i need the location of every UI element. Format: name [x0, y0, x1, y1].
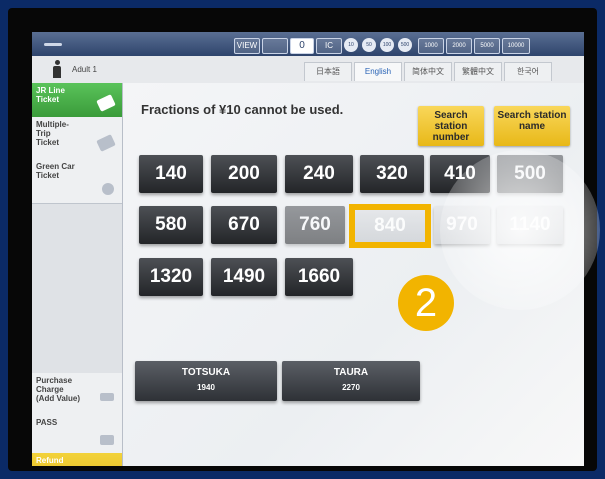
sidebar-item-label: Green Car Ticket — [36, 162, 75, 180]
fare-button-760[interactable]: 760 — [285, 206, 345, 244]
inserted-amount: 0 — [290, 38, 314, 54]
fare-button-580[interactable]: 580 — [139, 206, 203, 244]
sidebar-item-label: Refund — [36, 456, 64, 465]
coin-10-icon: 10 — [344, 38, 358, 52]
pass-icon — [100, 435, 114, 445]
fare-button-1320[interactable]: 1320 — [139, 258, 203, 296]
sidebar-item-purchase-charge[interactable]: Purchase Charge (Add Value) — [32, 373, 122, 416]
ic-charge-icon — [100, 393, 114, 401]
sidebar-item-green-car-ticket[interactable]: Green Car Ticket — [32, 159, 122, 204]
destination-name: TAURA — [333, 367, 369, 378]
selection-highlight — [349, 204, 431, 248]
tab-language-korean[interactable]: 한국어 — [504, 62, 552, 81]
fraction-notice: Fractions of ¥10 cannot be used. — [141, 102, 344, 117]
fare-button-200[interactable]: 200 — [211, 155, 277, 193]
coin-100-icon: 100 — [380, 38, 394, 52]
tab-language-english[interactable]: English — [354, 62, 402, 81]
fare-button-1140[interactable]: 1140 — [497, 206, 563, 244]
tab-language-simplified-chinese[interactable]: 简体中文 — [404, 62, 452, 81]
sidebar-item-label: Purchase Charge (Add Value) — [36, 376, 81, 403]
logo-icon — [40, 36, 66, 50]
passenger-language-bar: Adult 1 日本語 English 简体中文 繁體中文 한국어 — [32, 56, 584, 84]
search-name-label: Search station name — [497, 110, 567, 132]
coin-500-icon: 500 — [398, 38, 412, 52]
tab-language-traditional-chinese[interactable]: 繁體中文 — [454, 62, 502, 81]
sidebar-item-jr-line-ticket[interactable]: JR Line Ticket — [32, 83, 122, 118]
green-car-icon — [102, 183, 114, 195]
bill-1000-icon: 1000 — [418, 38, 444, 54]
destination-price: 1940 — [197, 383, 215, 392]
search-station-name-button[interactable]: Search station name — [494, 106, 570, 146]
destination-price: 2270 — [342, 383, 360, 392]
sidebar-item-label: Multiple- Trip Ticket — [36, 120, 69, 147]
tab-language-japanese[interactable]: 日本語 — [304, 62, 352, 81]
view-button[interactable]: VIEW — [234, 38, 260, 54]
sidebar-item-label: JR Line Ticket — [36, 86, 65, 104]
destination-name: TOTSUKA — [181, 367, 231, 378]
search-number-label: Search station number — [432, 110, 470, 143]
fare-button-240[interactable]: 240 — [285, 155, 353, 193]
fare-button-670[interactable]: 670 — [211, 206, 277, 244]
bill-5000-icon: 5000 — [474, 38, 500, 54]
fare-button-500[interactable]: 500 — [497, 155, 563, 193]
search-station-number-button[interactable]: Search station number — [418, 106, 484, 146]
tickets-stack-icon — [96, 134, 116, 152]
status-bar: VIEW 0 IC 10 50 100 500 1000 2000 5000 1… — [32, 32, 584, 56]
fare-button-1660[interactable]: 1660 — [285, 258, 353, 296]
passenger-count[interactable]: Adult 1 — [72, 65, 97, 74]
adult-icon — [52, 60, 62, 78]
fare-button-320[interactable]: 320 — [360, 155, 424, 193]
blank-indicator — [262, 38, 288, 54]
sidebar-item-refund[interactable]: Refund — [32, 453, 122, 466]
ticket-icon — [96, 94, 116, 112]
ticket-type-sidebar: JR Line Ticket Multiple- Trip Ticket Gre… — [32, 83, 123, 466]
destination-button-totsuka[interactable]: TOTSUKA 1940 — [135, 361, 277, 401]
step-number-marker: 2 — [398, 275, 454, 331]
sidebar-item-label: PASS — [36, 418, 58, 427]
bill-2000-icon: 2000 — [446, 38, 472, 54]
sidebar-item-multiple-trip-ticket[interactable]: Multiple- Trip Ticket — [32, 117, 122, 160]
fare-button-410[interactable]: 410 — [430, 155, 490, 193]
fare-button-970[interactable]: 970 — [434, 206, 490, 244]
bill-10000-icon: 10000 — [502, 38, 530, 54]
fare-button-1490[interactable]: 1490 — [211, 258, 277, 296]
coin-50-icon: 50 — [362, 38, 376, 52]
destination-button-taura[interactable]: TAURA 2270 — [282, 361, 420, 401]
ic-card-indicator: IC — [316, 38, 342, 54]
sidebar-item-pass[interactable]: PASS — [32, 415, 122, 454]
fare-button-140[interactable]: 140 — [139, 155, 203, 193]
